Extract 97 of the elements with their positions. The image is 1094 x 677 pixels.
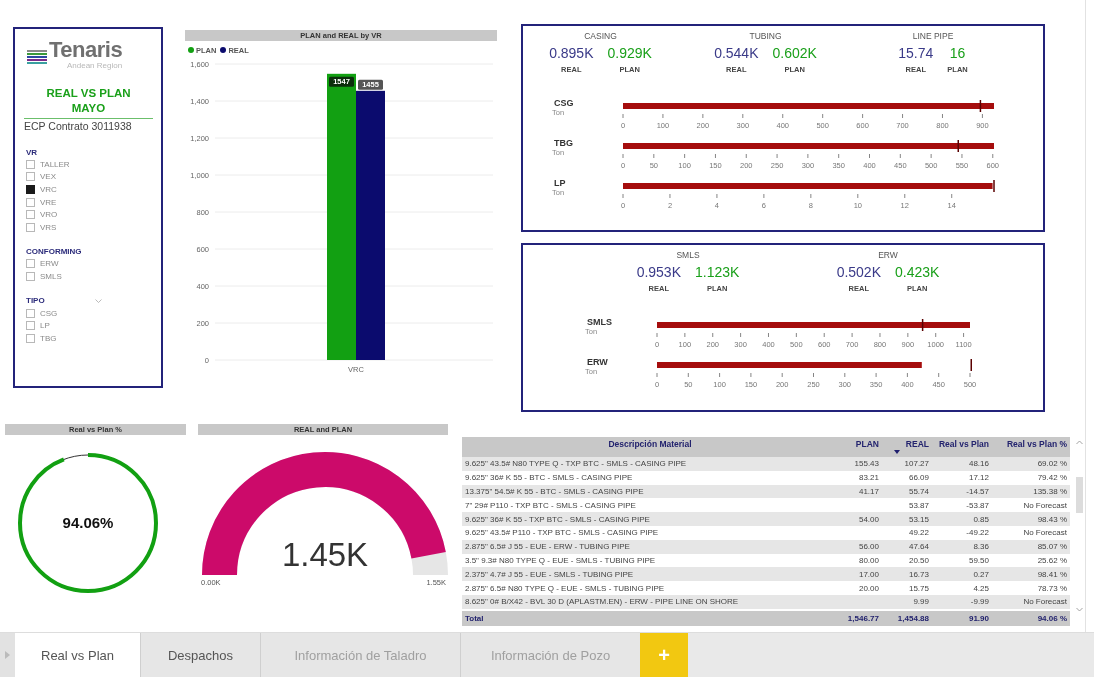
table-cell-text: 2.375" 4.7# J 55 - EUE - SMLS - TUBING PIPE xyxy=(464,569,635,579)
kpi-value: 0.423K xyxy=(895,264,940,280)
filter-title: VR xyxy=(26,147,38,157)
kpi-title: ERW xyxy=(878,250,898,262)
filter-option: TALLER xyxy=(40,159,70,169)
filter-option: LP xyxy=(40,321,50,331)
kpi-value: 1.123K xyxy=(695,264,740,280)
table-cell-text: -53.87 xyxy=(965,500,990,510)
table-cell-text: No Forecast xyxy=(1022,597,1068,607)
table-cell-text: 3.5" 9.3# N80 TYPE Q - EUE - SMLS - TUBING PIPE xyxy=(464,555,657,565)
table-cell-text: 9.99 xyxy=(912,597,930,607)
table-cell-text: 20.00 xyxy=(857,583,880,593)
table-cell-text: 54.00 xyxy=(857,514,880,524)
table-cell-text: 7" 29# P110 - TXP BTC - SMLS - CASING PIPE xyxy=(464,500,637,510)
table-cell-text: 41.17 xyxy=(857,487,880,496)
table-cell-text: 2.875" 6.5# N80 TYPE Q - EUE - SMLS - TUBING PIPE xyxy=(464,583,666,593)
table-cell-text: 13.375" 54.5# K 55 - BTC - SMLS - CASING PIPE xyxy=(464,487,645,496)
table-cell-text: 48.16 xyxy=(967,459,990,469)
bullet-label: LP xyxy=(553,178,567,188)
table-cell-text: 83.21 xyxy=(857,473,880,483)
kpi-title: LINE PIPE xyxy=(912,31,954,43)
table-cell-text: 53.15 xyxy=(907,514,930,524)
table-cell-text: 47.64 xyxy=(907,542,930,552)
table-cell-text: -49.22 xyxy=(965,528,990,538)
filter-option: VEX xyxy=(40,172,56,182)
kpi-value: 0.895K xyxy=(549,45,594,61)
table-cell-text: 135.38 % xyxy=(1032,487,1068,496)
kpi-value: 16 xyxy=(949,45,966,61)
kpi-value: 0.953K xyxy=(636,264,681,280)
filter-option: TBG xyxy=(40,333,57,343)
table-cell-text: 0.85 xyxy=(972,514,990,524)
kpi-title: CASING xyxy=(584,31,617,43)
total-cell-text: 91.90 xyxy=(967,613,990,623)
table-cell-text: 56.00 xyxy=(857,542,880,552)
table-cell-text: 9.625" 36# K 55 - BTC - SMLS - CASING PIPE xyxy=(464,473,634,483)
table-cell-text: 4.25 xyxy=(972,583,990,593)
table-cell-text: 8.36 xyxy=(972,542,990,552)
logo-subtitle: Andean Region xyxy=(66,61,123,71)
table-cell-text: 2.875" 6.5# J 55 - EUE - ERW - TUBING PIPE xyxy=(464,542,631,552)
table-cell-text: 107.27 xyxy=(903,459,930,469)
table-cell-text: 0.27 xyxy=(972,569,990,579)
filter-option: VRE xyxy=(40,197,57,207)
kpi-value: 0.502K xyxy=(836,264,881,280)
total-cell-text: 94.06 % xyxy=(1036,613,1068,623)
table-cell-text: 155.43 xyxy=(853,459,880,469)
kpi-value: 15.74 xyxy=(898,45,934,61)
table-cell-text: 98.43 % xyxy=(1036,514,1068,524)
filter-title: CONFORMING xyxy=(26,247,82,257)
kpi-title: SMLS xyxy=(676,250,700,262)
table-cell-text: 79.42 % xyxy=(1036,473,1068,483)
kpi-value: 0.544K xyxy=(714,45,759,61)
table-cell-text: 98.41 % xyxy=(1036,569,1068,579)
table-cell-text: 17.12 xyxy=(967,473,990,483)
logo-text: Tenaris xyxy=(49,39,123,61)
table-cell-text: 9.625" 43.5# N80 TYPE Q - TXP BTC - SMLS - CASING PIPE xyxy=(464,459,688,469)
kpi-value: 0.602K xyxy=(772,45,817,61)
table-cell-text: 59.50 xyxy=(967,555,990,565)
kpi-value: 0.929K xyxy=(607,45,652,61)
table-cell-text: 85.07 % xyxy=(1036,542,1068,552)
table-cell-text: 15.75 xyxy=(907,583,930,593)
contract-label: ECP Contrato 3011938 xyxy=(24,118,153,132)
table-cell-text: 8.625" 0# B/X42 - BVL 30 D (APLASTM.EN) - ERW - PIPE LINE ON SHORE xyxy=(464,597,740,607)
bullet-label: CSG xyxy=(553,98,575,108)
gauge-value: 1.45K xyxy=(281,536,369,573)
kpi-title: TUBING xyxy=(749,31,782,43)
filter-option: CSG xyxy=(40,308,58,318)
table-cell-text: 17.00 xyxy=(857,569,880,579)
bullet-label: TBG xyxy=(553,138,574,148)
table-cell-text: 66.09 xyxy=(907,473,930,483)
table-cell-text: No Forecast xyxy=(1022,528,1068,538)
table-cell-text: 25.62 % xyxy=(1036,555,1068,565)
filter-option: VRO xyxy=(40,210,58,220)
table-cell-text: -14.57 xyxy=(965,487,990,496)
table-cell-text: 49.22 xyxy=(907,528,930,538)
filter-title: TIPO xyxy=(26,296,45,306)
filter-option: VRC xyxy=(40,185,57,194)
table-cell-text: 16.73 xyxy=(907,569,930,579)
table-cell-text: 78.73 % xyxy=(1036,583,1068,593)
total-cell-text: 1,546.77 xyxy=(846,613,880,623)
table-cell-text: 9.625" 36# K 55 - TXP BTC - SMLS - CASING PIPE xyxy=(464,514,651,524)
filter-option: ERW xyxy=(40,259,59,269)
filter-option: SMLS xyxy=(40,271,62,281)
gauge-value: 94.06% xyxy=(62,514,114,531)
table-cell-text: 55.74 xyxy=(907,487,930,496)
table-cell-text: 80.00 xyxy=(857,555,880,565)
total-cell-text: 1,454.88 xyxy=(896,613,930,623)
total-cell-text: Total xyxy=(464,613,485,623)
table-cell-text: 53.87 xyxy=(907,500,930,510)
table-cell-text: 69.02 % xyxy=(1036,459,1068,469)
bullet-label: SMLS xyxy=(586,317,613,327)
table-cell-text: 9.625" 43.5# P110 - TXP BTC - SMLS - CASING PIPE xyxy=(464,528,660,538)
table-cell-text: 20.50 xyxy=(907,555,930,565)
bullet-label: ERW xyxy=(586,357,609,367)
table-cell-text: No Forecast xyxy=(1022,500,1068,510)
report-title: REAL VS PLAN MAYO xyxy=(45,86,132,116)
filter-option: VRS xyxy=(40,222,57,232)
table-cell-text: -9.99 xyxy=(969,597,990,607)
